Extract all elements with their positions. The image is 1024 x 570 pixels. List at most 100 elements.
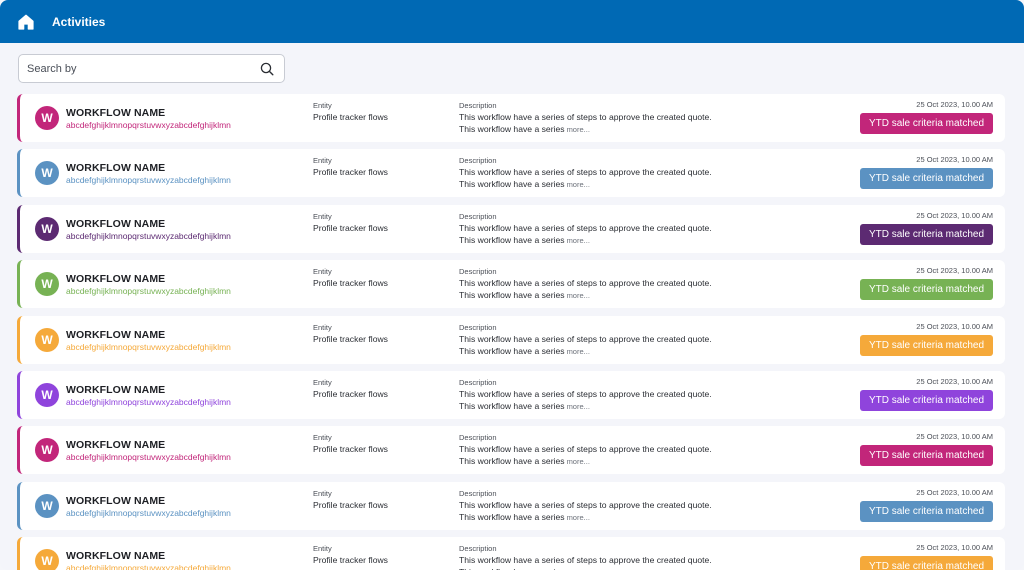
description-line-1: This workflow have a series of steps to … [459, 222, 712, 233]
more-link[interactable]: more... [567, 236, 590, 245]
description-line-2: This workflow have a seriesmore... [459, 179, 590, 189]
workflow-avatar: W [35, 493, 59, 518]
description-line-2-text: This workflow have a series [459, 124, 565, 134]
activity-timestamp: 25 Oct 2023, 10.00 AM [916, 210, 993, 220]
description-line-2-text: This workflow have a series [459, 345, 565, 356]
workflow-name: WORKFLOW NAME [66, 383, 166, 396]
status-badge: YTD sale criteria matched [860, 556, 993, 570]
entity-value: Profile tracker flows [313, 333, 388, 344]
workflow-name: WORKFLOW NAME [66, 550, 166, 563]
search-icon[interactable] [260, 62, 274, 76]
entity-value: Profile tracker flows [313, 555, 388, 566]
workflow-avatar: W [35, 549, 59, 570]
workflow-subtitle: abcdefghijklmnopqrstuvwxyzabcdefghijklmn [66, 175, 231, 186]
activity-timestamp: 25 Oct 2023, 10.00 AM [916, 487, 993, 497]
activity-card[interactable]: W WORKFLOW NAME abcdefghijklmnopqrstuvwxyz… [17, 94, 1005, 142]
description-line-2: This workflow have a seriesmore... [459, 401, 590, 411]
home-icon[interactable] [17, 13, 35, 31]
activity-card[interactable]: W WORKFLOW NAME abcdefghijklmnopqrstuvwxyz… [17, 481, 1005, 530]
search-box[interactable] [18, 54, 285, 83]
entity-label: Entity [313, 101, 332, 110]
activity-card[interactable]: W WORKFLOW NAME abcdefghijklmnopqrstuvwxyz… [17, 149, 1005, 198]
workflow-name: WORKFLOW NAME [66, 107, 166, 119]
status-badge: YTD sale criteria matched [860, 445, 993, 467]
status-badge: YTD sale criteria matched [860, 168, 993, 190]
search-input[interactable] [27, 62, 260, 75]
description-label: Description [459, 211, 497, 221]
description-label: Description [459, 544, 497, 554]
activity-timestamp: 25 Oct 2023, 10.00 AM [916, 376, 993, 386]
description-line-2: This workflow have a seriesmore... [459, 456, 590, 466]
description-line-1: This workflow have a series of steps to … [459, 555, 712, 566]
status-badge: YTD sale criteria matched [860, 334, 993, 356]
activity-timestamp: 25 Oct 2023, 10.00 AM [916, 432, 993, 442]
entity-label: Entity [313, 267, 332, 277]
workflow-subtitle: abcdefghijklmnopqrstuvwxyzabcdefghijklmn [66, 120, 231, 130]
entity-label: Entity [313, 211, 332, 221]
description-label: Description [459, 101, 497, 110]
description-line-2-text: This workflow have a series [459, 400, 565, 411]
page-title: Activities [52, 14, 106, 29]
status-badge: YTD sale criteria matched [860, 223, 993, 245]
description-line-2-text: This workflow have a series [459, 456, 565, 467]
status-badge: YTD sale criteria matched [860, 389, 993, 411]
entity-label: Entity [313, 156, 332, 166]
activity-timestamp: 25 Oct 2023, 10.00 AM [916, 155, 993, 165]
activity-card[interactable]: W WORKFLOW NAME abcdefghijklmnopqrstuvwxyz… [17, 537, 1005, 570]
activity-timestamp: 25 Oct 2023, 10.00 AM [916, 543, 993, 553]
description-label: Description [459, 267, 497, 277]
activity-card[interactable]: W WORKFLOW NAME abcdefghijklmnopqrstuvwxyz… [17, 426, 1005, 475]
status-badge: YTD sale criteria matched [860, 279, 993, 301]
description-label: Description [459, 377, 497, 387]
description-line-2-text: This workflow have a series [459, 290, 565, 301]
description-line-2: This workflow have a seriesmore... [459, 235, 590, 245]
entity-label: Entity [313, 488, 332, 498]
activity-timestamp: 25 Oct 2023, 10.00 AM [916, 266, 993, 276]
description-line-1: This workflow have a series of steps to … [459, 388, 712, 399]
more-link[interactable]: more... [567, 347, 590, 356]
entity-label: Entity [313, 433, 332, 443]
activity-card[interactable]: W WORKFLOW NAME abcdefghijklmnopqrstuvwxyz… [17, 260, 1005, 309]
status-badge: YTD sale criteria matched [860, 500, 993, 522]
more-link[interactable]: more... [567, 513, 590, 522]
entity-value: Profile tracker flows [313, 444, 388, 455]
description-line-2-text: This workflow have a series [459, 179, 565, 190]
workflow-subtitle: abcdefghijklmnopqrstuvwxyzabcdefghijklmn [66, 341, 231, 352]
workflow-name: WORKFLOW NAME [66, 439, 166, 452]
more-link[interactable]: more... [567, 125, 590, 134]
activity-timestamp: 25 Oct 2023, 10.00 AM [916, 321, 993, 331]
description-line-1: This workflow have a series of steps to … [459, 278, 712, 289]
workflow-avatar: W [35, 272, 59, 297]
entity-value: Profile tracker flows [313, 112, 388, 122]
activity-timestamp: 25 Oct 2023, 10.00 AM [916, 100, 993, 109]
description-line-2: This workflow have a seriesmore... [459, 124, 590, 134]
more-link[interactable]: more... [567, 457, 590, 466]
workflow-avatar: W [35, 327, 59, 352]
workflow-avatar: W [35, 438, 59, 463]
description-line-1: This workflow have a series of steps to … [459, 499, 712, 510]
more-link[interactable]: more... [567, 291, 590, 300]
more-link[interactable]: more... [567, 180, 590, 189]
activity-card[interactable]: W WORKFLOW NAME abcdefghijklmnopqrstuvwxyz… [17, 370, 1005, 419]
workflow-subtitle: abcdefghijklmnopqrstuvwxyzabcdefghijklmn [66, 452, 231, 463]
top-bar: Activities [0, 0, 1024, 43]
workflow-subtitle: abcdefghijklmnopqrstuvwxyzabcdefghijklmn [66, 396, 231, 407]
workflow-subtitle: abcdefghijklmnopqrstuvwxyzabcdefghijklmn [66, 507, 231, 518]
entity-value: Profile tracker flows [313, 278, 388, 289]
workflow-avatar: W [35, 382, 59, 407]
description-line-1: This workflow have a series of steps to … [459, 112, 712, 122]
workflow-avatar: W [35, 106, 59, 130]
description-label: Description [459, 433, 497, 443]
entity-value: Profile tracker flows [313, 388, 388, 399]
app-window: Activities WWORKFLOW NAMEabcdefghijklmno… [0, 0, 1024, 570]
activity-card[interactable]: W WORKFLOW NAME abcdefghijklmnopqrstuvwxyz… [17, 204, 1005, 253]
more-link[interactable]: more... [567, 402, 590, 411]
description-line-2: This workflow have a seriesmore... [459, 346, 590, 356]
description-line-2-text: This workflow have a series [459, 511, 565, 522]
status-badge: YTD sale criteria matched [860, 113, 993, 134]
description-label: Description [459, 488, 497, 498]
workflow-subtitle: abcdefghijklmnopqrstuvwxyzabcdefghijklmn [66, 563, 231, 570]
entity-label: Entity [313, 322, 332, 332]
activity-card[interactable]: W WORKFLOW NAME abcdefghijklmnopqrstuvwxyz… [17, 315, 1005, 364]
description-line-2: This workflow have a seriesmore... [459, 290, 590, 300]
